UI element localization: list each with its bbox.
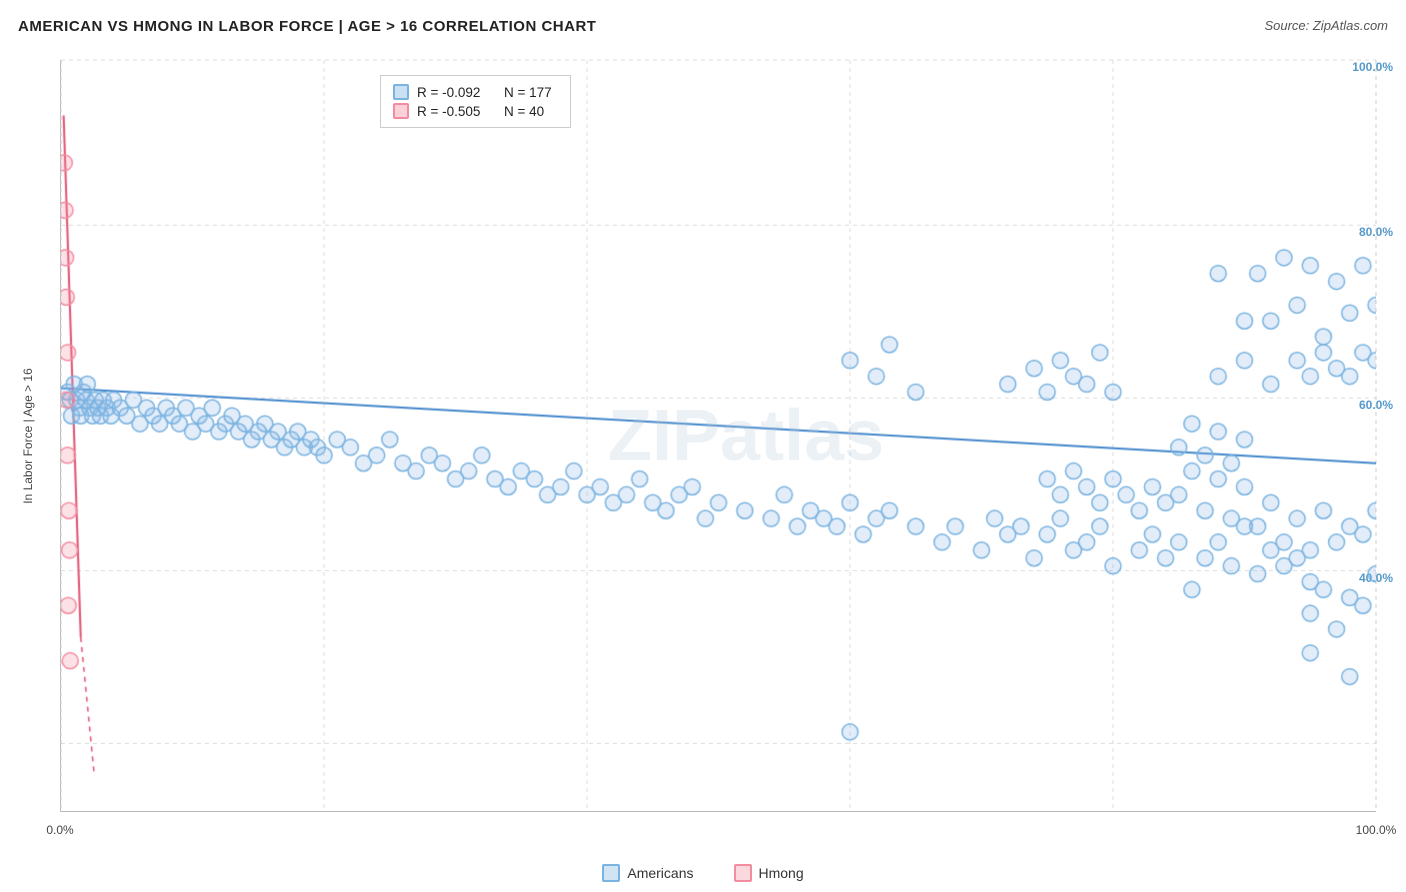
americans-label: Americans	[627, 865, 693, 881]
blue-r-value: R = -0.092	[417, 85, 480, 100]
x-tick-labels: 0.0% 100.0%	[60, 817, 1376, 837]
inset-legend: R = -0.092 N = 177 R = -0.505 N = 40	[380, 75, 571, 128]
y-axis-label: In Labor Force | Age > 16	[0, 60, 55, 812]
hmong-label: Hmong	[759, 865, 804, 881]
pink-swatch	[393, 103, 409, 119]
blue-n-value: N = 177	[504, 85, 552, 100]
americans-legend-box	[602, 864, 620, 882]
x-tick-100: 100.0%	[1356, 823, 1397, 837]
legend-item-hmong: Hmong	[734, 864, 804, 882]
source-label: Source: ZipAtlas.com	[1264, 18, 1388, 33]
hmong-legend-box	[734, 864, 752, 882]
pink-n-value: N = 40	[504, 104, 544, 119]
pink-r-value: R = -0.505	[417, 104, 480, 119]
chart-title: AMERICAN VS HMONG IN LABOR FORCE | AGE >…	[18, 18, 596, 35]
blue-swatch	[393, 84, 409, 100]
legend-item-americans: Americans	[602, 864, 693, 882]
chart-area: ZIPatlas	[60, 60, 1376, 812]
bottom-legend: Americans Hmong	[0, 864, 1406, 882]
x-tick-0: 0.0%	[46, 823, 73, 837]
